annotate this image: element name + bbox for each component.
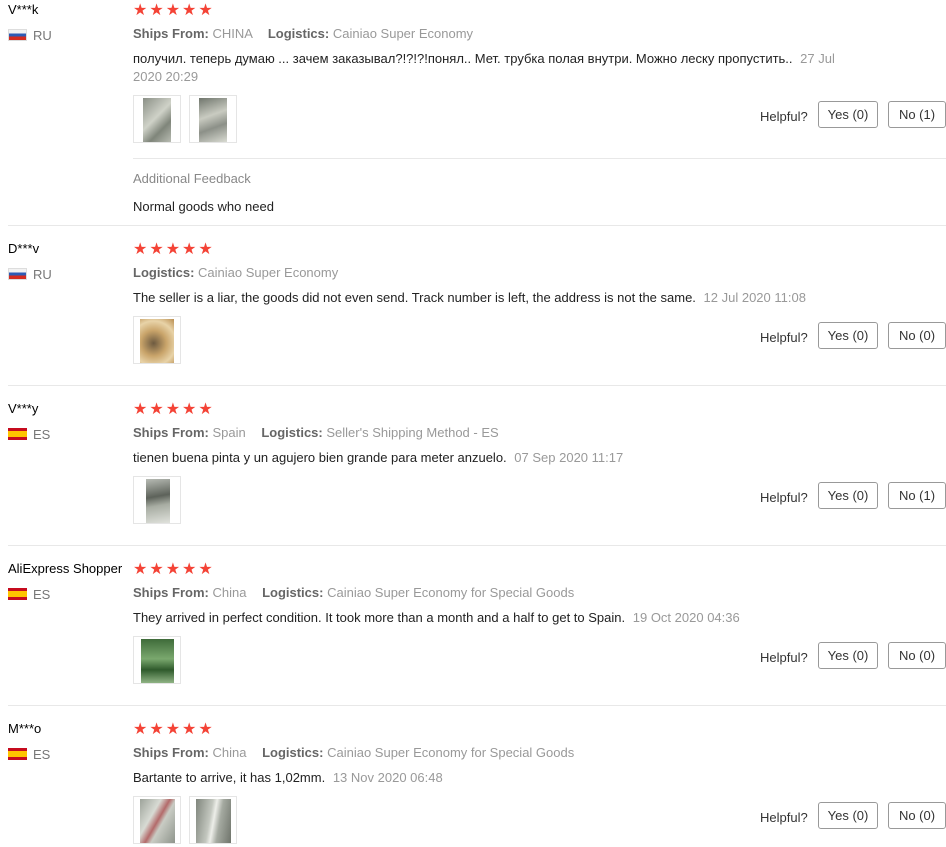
- review-photo-thumbnail[interactable]: [189, 796, 237, 844]
- spain-flag-icon: [8, 428, 27, 440]
- helpful-label: Helpful?: [760, 650, 808, 665]
- country-code: RU: [33, 28, 52, 43]
- review-body: Bartante to arrive, it has 1,02mm.: [133, 770, 326, 785]
- shipping-meta: Ships From: Spain Logistics: Seller's Sh…: [133, 425, 499, 440]
- additional-feedback-text: Normal goods who need: [133, 199, 274, 214]
- helpful-no-button[interactable]: No (1): [888, 482, 946, 509]
- photo-image: [140, 799, 175, 843]
- shipping-meta: Ships From: China Logistics: Cainiao Sup…: [133, 745, 574, 760]
- review-photo-thumbnail[interactable]: [133, 316, 181, 364]
- helpful-yes-button[interactable]: Yes (0): [818, 482, 878, 509]
- logistics-label: Logistics:: [267, 26, 330, 41]
- divider: [8, 545, 946, 546]
- helpful-yes-button[interactable]: Yes (0): [818, 642, 878, 669]
- helpful-no-button[interactable]: No (1): [888, 101, 946, 128]
- reviewer-country: RU: [8, 28, 52, 43]
- spain-flag-icon: [8, 748, 27, 760]
- helpful-no-button[interactable]: No (0): [888, 642, 946, 669]
- review-photo-thumbnail[interactable]: [133, 796, 181, 844]
- star-rating: ★★★★★: [133, 561, 215, 578]
- russia-flag-icon: [8, 268, 27, 280]
- spain-flag-icon: [8, 588, 27, 600]
- ships-from-label: Ships From:: [133, 26, 209, 41]
- helpful-yes-button[interactable]: Yes (0): [818, 101, 878, 128]
- logistics-label: Logistics:: [261, 425, 323, 440]
- photo-image: [196, 799, 231, 843]
- logistics-label: Logistics:: [133, 265, 195, 280]
- helpful-no-button[interactable]: No (0): [888, 322, 946, 349]
- logistics-value: Cainiao Super Economy: [332, 26, 474, 41]
- reviewer-country: ES: [8, 427, 50, 442]
- review-text: Bartante to arrive, it has 1,02mm. 13 No…: [133, 769, 843, 787]
- shipping-meta: Logistics: Cainiao Super Economy: [133, 265, 338, 280]
- review-date: 12 Jul 2020 11:08: [703, 290, 806, 305]
- review-photo-thumbnail[interactable]: [133, 476, 181, 524]
- divider: [8, 385, 946, 386]
- review-body: получил. теперь думаю ... зачем заказыва…: [133, 51, 793, 66]
- helpful-no-button[interactable]: No (0): [888, 802, 946, 829]
- divider: [133, 158, 946, 159]
- review-photo-thumbnail[interactable]: [133, 95, 181, 143]
- reviewer-country: ES: [8, 587, 50, 602]
- helpful-label: Helpful?: [760, 109, 808, 124]
- logistics-value: Cainiao Super Economy: [198, 265, 339, 280]
- review-text: tienen buena pinta y un agujero bien gra…: [133, 449, 843, 467]
- reviewer-country: RU: [8, 267, 52, 282]
- review-date: 19 Oct 2020 04:36: [632, 610, 740, 625]
- star-rating: ★★★★★: [133, 241, 215, 258]
- divider: [8, 225, 946, 226]
- review-body: The seller is a liar, the goods did not …: [133, 290, 696, 305]
- review-body: They arrived in perfect condition. It to…: [133, 610, 626, 625]
- ships-from-label: Ships From:: [133, 745, 209, 760]
- country-code: ES: [33, 587, 51, 602]
- photo-image: [146, 479, 170, 523]
- country-code: RU: [33, 267, 52, 282]
- review-date: 13 Nov 2020 06:48: [332, 770, 443, 785]
- reviewer-name: AliExpress Shopper: [8, 561, 123, 576]
- ships-from-value: China: [212, 745, 247, 760]
- review-text: They arrived in perfect condition. It to…: [133, 609, 843, 627]
- ships-from-label: Ships From:: [133, 585, 209, 600]
- ships-from-value: CHINA: [212, 26, 253, 41]
- logistics-label: Logistics:: [262, 745, 324, 760]
- helpful-label: Helpful?: [760, 330, 808, 345]
- review-text: получил. теперь думаю ... зачем заказыва…: [133, 50, 843, 86]
- shipping-meta: Ships From: CHINA Logistics: Cainiao Sup…: [133, 26, 473, 41]
- photo-image: [143, 98, 171, 142]
- star-rating: ★★★★★: [133, 721, 215, 738]
- helpful-yes-button[interactable]: Yes (0): [818, 802, 878, 829]
- reviewer-name: V***y: [8, 401, 39, 416]
- reviewer-name: M***o: [8, 721, 42, 736]
- reviewer-name: D***v: [8, 241, 40, 256]
- photo-image: [140, 319, 174, 363]
- helpful-yes-button[interactable]: Yes (0): [818, 322, 878, 349]
- ships-from-label: Ships From:: [133, 425, 209, 440]
- photo-image: [141, 639, 174, 683]
- logistics-value: Cainiao Super Economy for Special Goods: [327, 585, 575, 600]
- star-rating: ★★★★★: [133, 2, 215, 19]
- review-photo-thumbnail[interactable]: [133, 636, 181, 684]
- country-code: ES: [33, 747, 51, 762]
- shipping-meta: Ships From: China Logistics: Cainiao Sup…: [133, 585, 574, 600]
- review-text: The seller is a liar, the goods did not …: [133, 289, 843, 307]
- ships-from-value: Spain: [212, 425, 246, 440]
- additional-feedback-label: Additional Feedback: [133, 171, 251, 186]
- logistics-value: Seller's Shipping Method - ES: [326, 425, 499, 440]
- logistics-label: Logistics:: [262, 585, 324, 600]
- country-code: ES: [33, 427, 51, 442]
- review-body: tienen buena pinta y un agujero bien gra…: [133, 450, 507, 465]
- russia-flag-icon: [8, 29, 27, 41]
- photo-image: [199, 98, 227, 142]
- logistics-value: Cainiao Super Economy for Special Goods: [327, 745, 575, 760]
- reviewer-country: ES: [8, 747, 50, 762]
- helpful-label: Helpful?: [760, 810, 808, 825]
- review-photo-thumbnail[interactable]: [189, 95, 237, 143]
- star-rating: ★★★★★: [133, 401, 215, 418]
- ships-from-value: China: [212, 585, 247, 600]
- review-date: 07 Sep 2020 11:17: [514, 450, 624, 465]
- divider: [8, 705, 946, 706]
- reviewer-name: V***k: [8, 2, 39, 17]
- helpful-label: Helpful?: [760, 490, 808, 505]
